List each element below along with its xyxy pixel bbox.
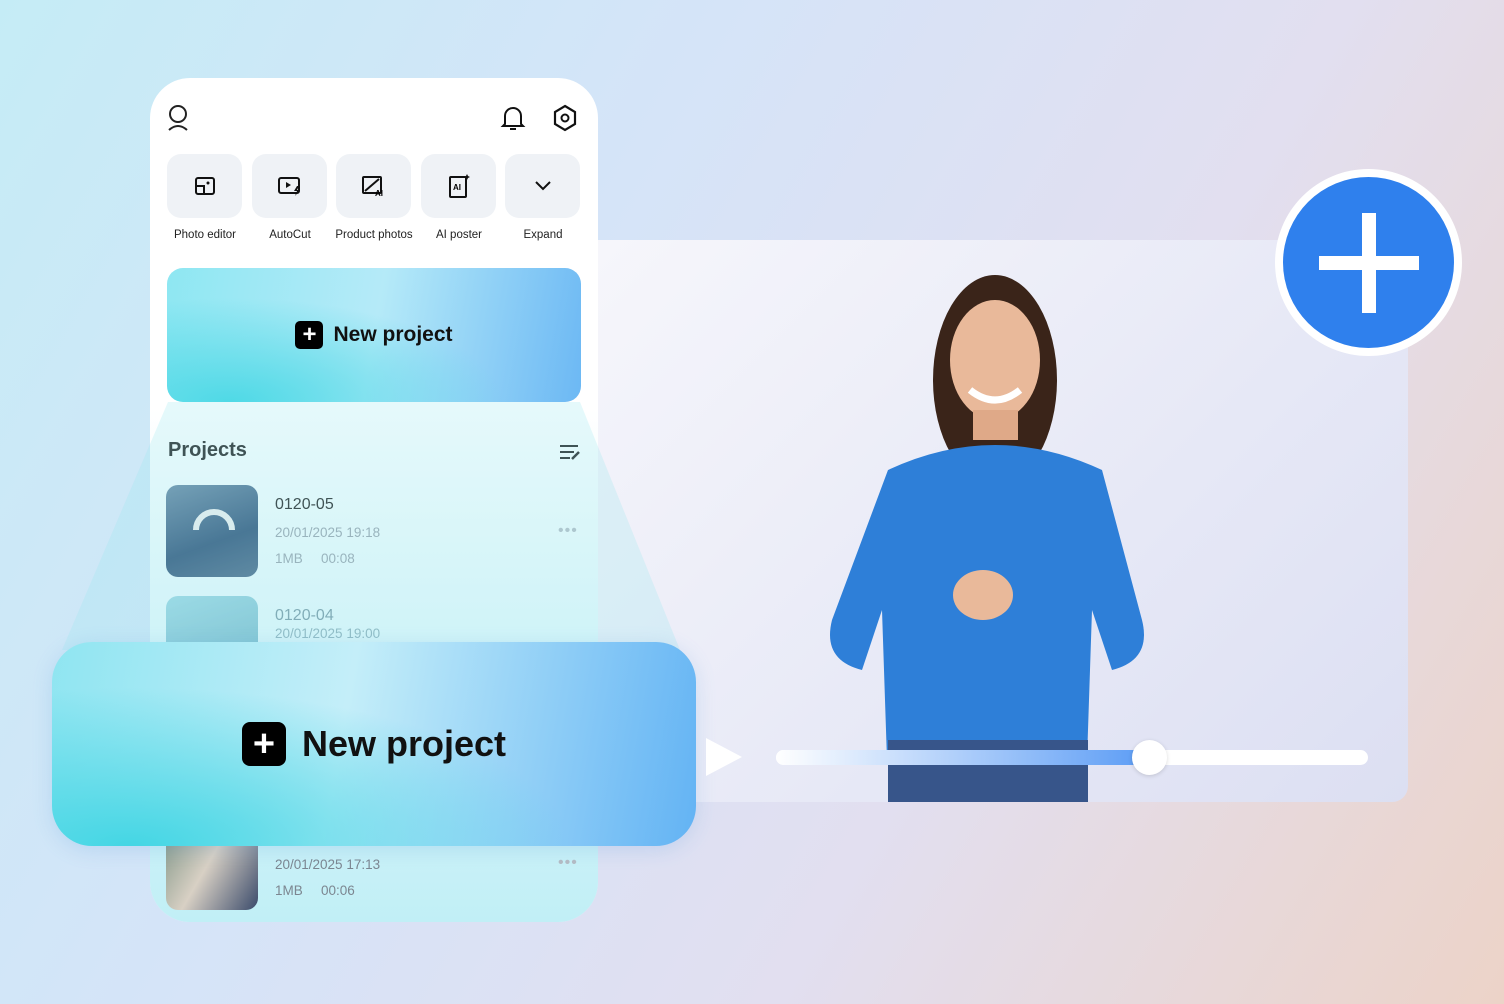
projects-heading: Projects	[168, 439, 247, 461]
svg-text:AI: AI	[375, 189, 383, 197]
tool-label: Product photos	[335, 229, 413, 241]
edit-list-icon[interactable]	[558, 442, 582, 462]
ai-poster-button[interactable]: AI	[421, 154, 496, 218]
project-name[interactable]: 0120-05	[275, 496, 334, 514]
plus-icon: +	[241, 722, 286, 766]
project-date: 20/01/2025 19:18	[275, 525, 381, 540]
project-size: 1MB	[275, 551, 303, 566]
new-project-button-enlarged[interactable]: + New project	[52, 642, 696, 846]
person-photo	[830, 275, 1144, 802]
photo-editor-icon	[194, 177, 215, 195]
add-button[interactable]	[1275, 169, 1462, 356]
play-icon[interactable]	[704, 736, 744, 778]
slider-handle[interactable]	[1131, 740, 1167, 775]
plus-icon: +	[295, 321, 324, 349]
autocut-icon	[277, 177, 300, 196]
product-photos-button[interactable]: AI	[336, 154, 411, 218]
new-project-button[interactable]: + New project	[167, 268, 581, 402]
tool-label: Expand	[523, 229, 563, 241]
photo-editor-button[interactable]	[167, 154, 242, 218]
svg-text:AI: AI	[453, 183, 461, 192]
chevron-down-icon	[534, 181, 551, 191]
ai-poster-icon: AI	[448, 174, 470, 198]
project-duration: 00:08	[321, 551, 355, 566]
new-project-label: New project	[301, 723, 507, 764]
new-project-label: New project	[333, 323, 453, 346]
video-preview	[598, 240, 1408, 802]
settings-icon[interactable]	[552, 104, 578, 132]
user-icon[interactable]	[166, 104, 190, 132]
project-duration: 00:06	[321, 883, 355, 898]
autocut-button[interactable]	[252, 154, 327, 218]
product-photos-icon: AI	[361, 176, 383, 197]
progress-fill	[776, 750, 1149, 765]
project-date: 20/01/2025 19:00	[275, 626, 381, 641]
project-thumbnail[interactable]	[166, 485, 258, 577]
plus-icon	[1318, 212, 1419, 313]
project-size: 1MB	[275, 883, 303, 898]
more-options-icon[interactable]: •••	[558, 854, 578, 872]
tool-label: Photo editor	[173, 229, 236, 241]
expand-button[interactable]	[505, 154, 580, 218]
tool-label: AutoCut	[269, 229, 311, 241]
progress-slider[interactable]	[776, 740, 1368, 775]
project-date: 20/01/2025 17:13	[275, 857, 381, 872]
bell-icon[interactable]	[500, 104, 526, 132]
tool-label: AI poster	[435, 229, 483, 241]
project-name[interactable]: 0120-04	[275, 607, 334, 625]
more-options-icon[interactable]: •••	[558, 522, 578, 540]
